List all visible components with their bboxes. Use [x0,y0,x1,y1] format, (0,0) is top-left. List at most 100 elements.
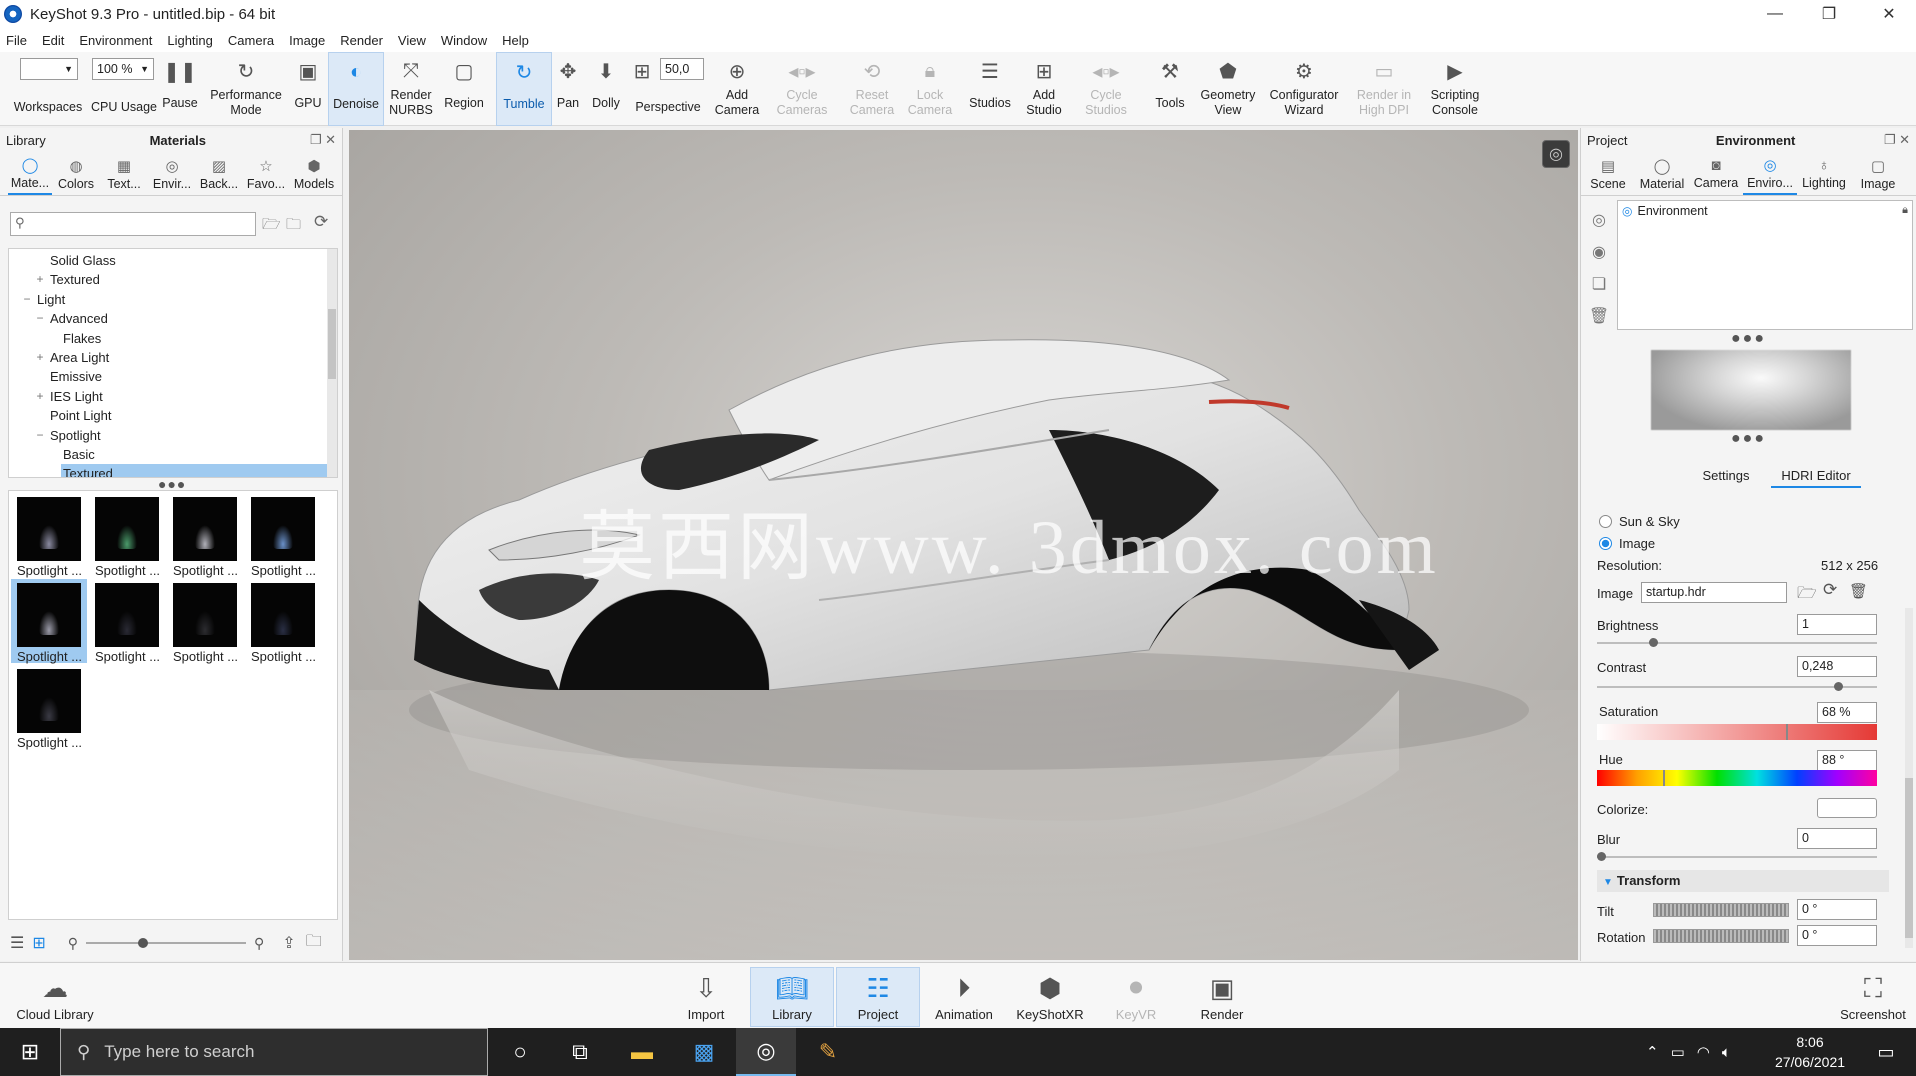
splitter-handle[interactable]: ●●● [1731,330,1766,348]
tree-item[interactable]: + Area Light [36,348,331,367]
menu-view[interactable]: View [398,33,435,48]
keyshotxr-button[interactable]: ⬢ KeyShotXR [1008,967,1092,1027]
minimize-button[interactable]: — [1748,0,1802,28]
transform-section-header[interactable]: ▼ Transform [1597,870,1889,892]
menu-edit[interactable]: Edit [42,33,73,48]
library-search-input[interactable]: ⚲ [10,212,256,236]
file-explorer-icon[interactable]: ▬ [612,1028,672,1076]
pause-button[interactable]: ❚❚ Pause [160,52,200,126]
image-radio[interactable] [1599,537,1612,550]
menu-camera[interactable]: Camera [228,33,283,48]
cloud-upload-icon[interactable]: ⇪ [282,933,295,953]
tab-models[interactable]: ⬢ Models [290,152,338,195]
hue-gradient-slider[interactable] [1597,770,1877,786]
cortana-icon[interactable]: ○ [490,1028,550,1076]
scrollbar-thumb[interactable] [328,309,336,379]
configurator-wizard-button[interactable]: ⚙ Configurator Wizard [1264,52,1344,126]
folder-open-icon[interactable]: 🗁︎ [1797,582,1817,609]
collapse-icon[interactable]: − [34,309,46,328]
maximize-button[interactable]: ❐ [1802,0,1856,28]
tab-lighting[interactable]: ♁ Lighting [1797,152,1851,195]
close-button[interactable]: ✕ [1862,0,1916,28]
sun-sky-radio[interactable] [1599,515,1612,528]
keyvr-button[interactable]: ⚫ KeyVR [1094,967,1178,1027]
battery-icon[interactable]: ▭ [1671,1043,1685,1061]
zoom-in-icon[interactable]: ⚲ [254,935,264,952]
globe-icon[interactable]: ◎ [1542,140,1570,168]
wifi-icon[interactable]: ◠ [1697,1043,1710,1061]
region-button[interactable]: ▢ Region [440,52,488,126]
close-panel-icon[interactable]: ✕ [325,132,336,147]
cpu-usage-button[interactable]: CPU Usage [88,52,160,126]
scripting-console-button[interactable]: ▶ Scripting Console [1420,52,1490,126]
material-thumbnail[interactable]: Spotlight ... [245,493,321,578]
tab-hdri-editor[interactable]: HDRI Editor [1771,466,1861,488]
material-thumbnail[interactable]: Spotlight ... [11,579,87,664]
material-thumbnail[interactable]: Spotlight ... [245,579,321,664]
expand-icon[interactable]: + [34,387,46,406]
refresh-icon[interactable]: ⟳ [1823,580,1837,600]
hue-input[interactable]: 88 ° [1817,750,1877,771]
tree-item[interactable]: Emissive [48,367,331,386]
tab-favorites[interactable]: ☆ Favo... [242,152,290,195]
tab-camera[interactable]: ◙ Camera [1689,152,1743,195]
material-thumbnail[interactable]: Spotlight ... [11,493,87,578]
colorize-color-swatch[interactable] [1817,798,1877,818]
volume-icon[interactable]: 🔈︎ [1722,1044,1731,1061]
workspaces-button[interactable]: Workspaces [10,52,86,126]
pan-button[interactable]: ✥ Pan [554,52,582,126]
close-panel-icon[interactable]: ✕ [1899,132,1910,147]
scrollbar-thumb[interactable] [1905,778,1913,938]
tree-item[interactable]: − Advanced [36,309,331,328]
geometry-view-button[interactable]: ⬟ Geometry View [1196,52,1260,126]
denoise-button[interactable]: ◐ Denoise [328,52,384,126]
tree-item[interactable]: Solid Glass [48,251,331,270]
tree-item[interactable]: + IES Light [36,387,331,406]
paint-app-icon[interactable]: ✎ [798,1028,858,1076]
tab-environments[interactable]: ◎ Envir... [148,152,196,195]
tools-button[interactable]: ⚒ Tools [1150,52,1190,126]
import-button[interactable]: ⇩ Import [664,967,748,1027]
saturation-input[interactable]: 68 % [1817,702,1877,723]
library-button[interactable]: 📖︎ Library [750,967,834,1027]
menu-lighting[interactable]: Lighting [167,33,222,48]
saturation-gradient-slider[interactable] [1597,724,1877,740]
dolly-button[interactable]: ⬇ Dolly [586,52,626,126]
material-thumbnail[interactable]: Spotlight ... [89,493,165,578]
thumbnail-size-slider[interactable] [86,936,247,950]
float-panel-icon[interactable]: ❐ [310,132,322,147]
slider-knob[interactable] [138,938,149,948]
expand-icon[interactable]: + [34,348,46,367]
saturation-slider-knob[interactable] [1786,724,1789,740]
tab-scene[interactable]: ▤ Scene [1581,152,1635,195]
environment-list-item[interactable]: ◎ Environment [1622,204,1708,218]
keyshot-taskbar-icon[interactable]: ◎ [736,1028,796,1076]
collapse-icon[interactable]: − [34,426,46,445]
project-button[interactable]: ☷ Project [836,967,920,1027]
lock-camera-button[interactable]: 🔒︎ Lock Camera [904,52,956,126]
windows-start-icon[interactable]: ⊞ [0,1028,60,1076]
expand-icon[interactable]: + [34,270,46,289]
import-icon[interactable]: 🗀︎ [306,930,322,957]
tab-material[interactable]: ◯ Material [1635,152,1689,195]
tree-scrollbar[interactable] [327,249,337,477]
tab-colors[interactable]: ◍ Colors [52,152,100,195]
zoom-out-icon[interactable]: ⚲ [68,935,78,952]
float-panel-icon[interactable]: ❐ [1884,132,1896,147]
menu-image[interactable]: Image [289,33,334,48]
open-folder-icon[interactable]: 🗀︎ [286,214,301,239]
screenshot-button[interactable]: ⛶ Screenshot [1830,967,1916,1027]
reset-camera-button[interactable]: ⟲ Reset Camera [846,52,898,126]
blur-slider[interactable] [1597,856,1877,858]
tab-image[interactable]: ▢ Image [1851,152,1905,195]
task-view-icon[interactable]: ⧉ [550,1028,610,1076]
menu-file[interactable]: File [6,33,36,48]
refresh-icon[interactable]: ⟳ [314,212,328,232]
tab-textures[interactable]: ▦ Text... [100,152,148,195]
tab-settings[interactable]: Settings [1681,466,1771,488]
brightness-slider[interactable] [1597,642,1877,644]
blur-slider-knob[interactable] [1597,852,1606,861]
photos-app-icon[interactable]: ▩ [674,1028,734,1076]
trash-icon[interactable]: 🗑︎ [1849,582,1868,600]
tree-item[interactable]: Point Light [48,406,331,425]
